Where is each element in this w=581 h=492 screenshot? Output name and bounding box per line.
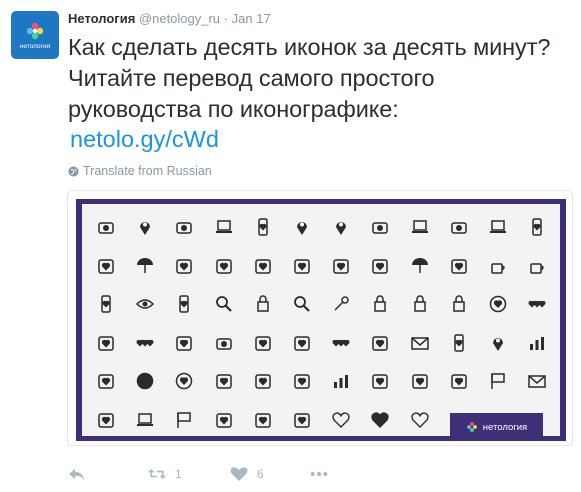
chat-heart-icon <box>447 369 471 393</box>
heart-dots-icon <box>133 331 157 355</box>
heart-icon <box>230 467 248 481</box>
flag-icon <box>172 408 196 432</box>
wallet-icon <box>212 254 236 278</box>
unlock-outline-icon <box>408 292 432 316</box>
phone-heart-icon <box>172 292 196 316</box>
like-button[interactable]: 6 <box>230 466 264 482</box>
book-heart-icon <box>212 369 236 393</box>
monitor-heart-icon <box>133 408 157 432</box>
heart-circle-filled-icon <box>133 369 157 393</box>
ticket-heart-icon <box>251 369 275 393</box>
umbrella-person-icon <box>408 254 432 278</box>
heart-outline-dots-icon <box>329 331 353 355</box>
reply-button[interactable] <box>68 466 86 482</box>
film-camera-icon <box>368 215 392 239</box>
unlock-icon <box>368 292 392 316</box>
heart-sound-icon <box>94 331 118 355</box>
flag-heart-icon <box>486 369 510 393</box>
heart-bars-icon <box>525 331 549 355</box>
key-icon <box>329 292 353 316</box>
like-count: 6 <box>257 467 264 481</box>
three-hearts-icon <box>525 292 549 316</box>
brand-text: нетология <box>482 421 528 433</box>
avatar[interactable]: нетология <box>11 11 59 59</box>
more-button[interactable] <box>310 466 328 482</box>
purse-icon <box>94 254 118 278</box>
heart-circle-icon <box>172 369 196 393</box>
tweet-header: Нетология @netology_ru · Jan 17 <box>68 11 271 26</box>
envelope-icon <box>408 331 432 355</box>
magnifier-heart-icon <box>290 292 314 316</box>
lock-icon <box>251 292 275 316</box>
map-pin-heart-icon <box>329 215 353 239</box>
user-handle[interactable]: @netology_ru <box>139 11 220 26</box>
display-name[interactable]: Нетология <box>68 11 135 26</box>
hands-heart-filled-icon <box>368 331 392 355</box>
monitor-pen-icon <box>486 215 510 239</box>
mail-heart-icon <box>525 369 549 393</box>
tweet-link[interactable]: netolo.gy/cWd <box>70 126 219 153</box>
coffee-cup-heart-icon <box>525 254 549 278</box>
laptop-photo-icon <box>212 215 236 239</box>
translate-label: Translate from Russian <box>83 164 212 178</box>
laptop-icon <box>408 215 432 239</box>
umbrella-icon <box>133 254 157 278</box>
purse-outline-icon <box>251 254 275 278</box>
film-camera-filled-icon <box>172 215 196 239</box>
magnifier-icon <box>212 292 236 316</box>
phone-call-heart-icon <box>447 331 471 355</box>
separator: · <box>223 11 229 26</box>
heart-plant-icon <box>290 408 314 432</box>
balloon-heart-icon <box>251 331 275 355</box>
heart-thin-icon <box>408 408 432 432</box>
purse-heart-icon <box>290 331 314 355</box>
coffee-cup-icon <box>486 254 510 278</box>
tweet-date[interactable]: Jan 17 <box>232 11 271 26</box>
easel-heart-icon <box>94 369 118 393</box>
camera-filled-icon <box>447 215 471 239</box>
retweet-count: 1 <box>175 467 182 481</box>
heart-pin-icon <box>486 331 510 355</box>
diamond-ring-icon <box>486 292 510 316</box>
heart-balloon-icon <box>447 254 471 278</box>
phone-icon <box>251 215 275 239</box>
heart-outline-icon <box>329 408 353 432</box>
netology-logo-icon <box>466 422 477 432</box>
sign-post-icon <box>212 408 236 432</box>
translate-button[interactable]: Translate from Russian <box>68 164 212 178</box>
tweet-actions: 1 6 <box>68 466 368 486</box>
ticket-outline-icon <box>290 369 314 393</box>
film-camera-icon <box>94 215 118 239</box>
camera-heart-icon <box>212 331 236 355</box>
plant-heart-icon <box>251 408 275 432</box>
eye-icon <box>133 292 157 316</box>
easel-icon <box>368 369 392 393</box>
hearts-swirl-icon <box>368 254 392 278</box>
tweet-text: Как сделать десять иконок за десять мину… <box>68 34 551 122</box>
heart-filled-icon <box>368 408 392 432</box>
map-pin-icon <box>133 215 157 239</box>
retweet-icon <box>148 469 166 479</box>
tablet-icon <box>525 215 549 239</box>
brand-badge: нетология <box>450 413 543 441</box>
more-dots-icon <box>310 472 328 476</box>
avatar-text: нетология <box>19 42 51 50</box>
heart-square-icon <box>94 408 118 432</box>
lock-heart-icon <box>447 292 471 316</box>
hands-heart-icon <box>172 331 196 355</box>
ticket-icon <box>290 254 314 278</box>
globe-icon <box>68 165 79 177</box>
map-pin-filled-icon <box>290 215 314 239</box>
reply-icon <box>69 469 84 480</box>
hearts-scatter-icon <box>329 254 353 278</box>
phone-outline-icon <box>94 292 118 316</box>
person-card-icon <box>408 369 432 393</box>
bar-chart-icon <box>329 369 353 393</box>
netology-logo-icon <box>26 22 44 39</box>
heart-person-icon <box>172 254 196 278</box>
retweet-button[interactable]: 1 <box>148 466 182 482</box>
